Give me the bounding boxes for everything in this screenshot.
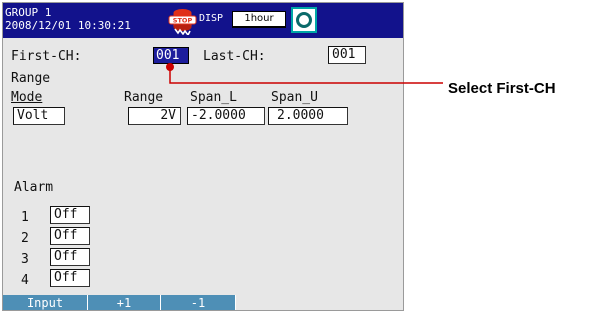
- callout-leader-line: [166, 63, 443, 84]
- callout-label: Select First-CH: [448, 80, 556, 97]
